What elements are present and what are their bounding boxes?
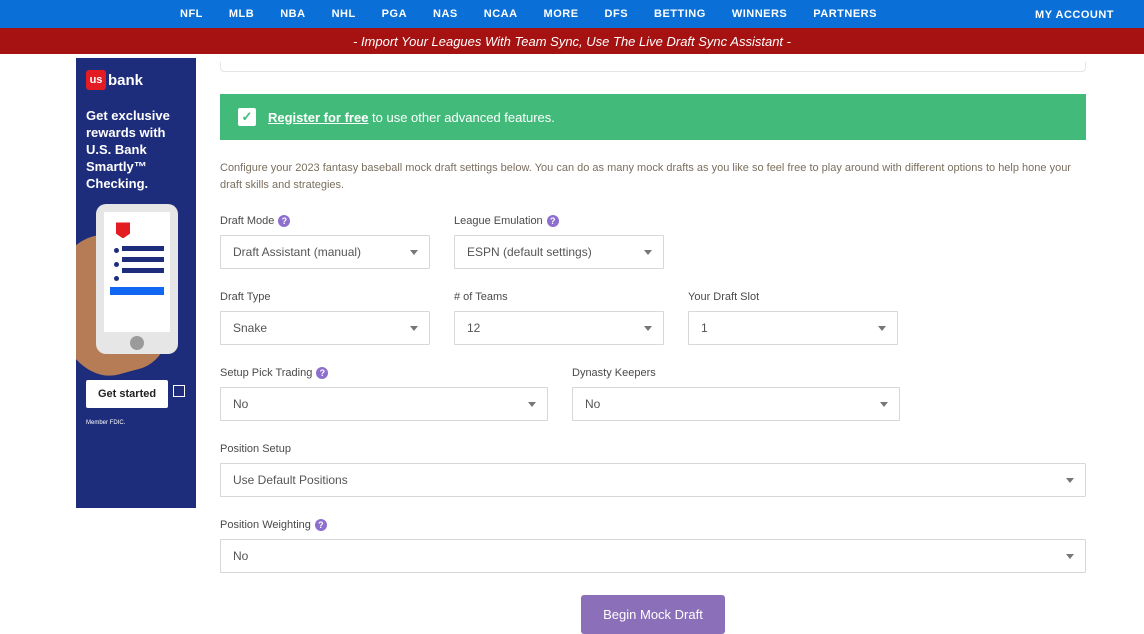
nav-winners[interactable]: WINNERS	[732, 8, 787, 20]
ad-copy: Get exclusive rewards with U.S. Bank Sma…	[86, 108, 186, 192]
position-setup-label: Position Setup	[220, 443, 291, 455]
nav-nhl[interactable]: NHL	[332, 8, 356, 20]
equal-housing-icon	[173, 385, 185, 397]
register-link[interactable]: Register for free	[268, 110, 368, 125]
position-weighting-select[interactable]: No	[220, 539, 1086, 573]
draft-slot-label: Your Draft Slot	[688, 291, 759, 303]
dynasty-keepers-select[interactable]: No	[572, 387, 900, 421]
collapsed-panel	[220, 62, 1086, 72]
nav-partners[interactable]: PARTNERS	[813, 8, 877, 20]
nav-nas[interactable]: NAS	[433, 8, 458, 20]
nav-pga[interactable]: PGA	[382, 8, 407, 20]
my-account-link[interactable]: MY ACCOUNT	[1035, 9, 1114, 21]
import-banner: - Import Your Leagues With Team Sync, Us…	[0, 28, 1144, 54]
pick-trading-label: Setup Pick Trading	[220, 367, 312, 379]
ad-disclaimer: Member FDIC.	[86, 420, 186, 426]
sidebar-ad[interactable]: us bank Get exclusive rewards with U.S. …	[76, 58, 196, 508]
ad-logo-text: bank	[108, 72, 143, 89]
position-weighting-label: Position Weighting	[220, 519, 311, 531]
nav-mlb[interactable]: MLB	[229, 8, 254, 20]
ad-get-started-button[interactable]: Get started	[86, 380, 168, 408]
num-teams-select[interactable]: 12	[454, 311, 664, 345]
nav-nfl[interactable]: NFL	[180, 8, 203, 20]
position-setup-select[interactable]: Use Default Positions	[220, 463, 1086, 497]
help-icon[interactable]: ?	[278, 215, 290, 227]
main-content: ✓ Register for free to use other advance…	[196, 58, 1116, 634]
begin-mock-draft-button[interactable]: Begin Mock Draft	[581, 595, 725, 634]
nav-dfs[interactable]: DFS	[605, 8, 629, 20]
us-bank-icon: us	[86, 70, 106, 90]
register-text: to use other advanced features.	[368, 110, 554, 125]
intro-text: Configure your 2023 fantasy baseball moc…	[220, 160, 1086, 193]
dynasty-keepers-label: Dynasty Keepers	[572, 367, 656, 379]
pick-trading-select[interactable]: No	[220, 387, 548, 421]
help-icon[interactable]: ?	[315, 519, 327, 531]
nav-ncaa[interactable]: NCAA	[484, 8, 518, 20]
checkmark-icon: ✓	[238, 108, 256, 126]
top-nav-left: NFL MLB NBA NHL PGA NAS NCAA MORE DFS BE…	[180, 8, 877, 20]
help-icon[interactable]: ?	[547, 215, 559, 227]
draft-mode-select[interactable]: Draft Assistant (manual)	[220, 235, 430, 269]
draft-type-label: Draft Type	[220, 291, 271, 303]
nav-betting[interactable]: BETTING	[654, 8, 706, 20]
league-emulation-select[interactable]: ESPN (default settings)	[454, 235, 664, 269]
ad-logo: us bank	[86, 70, 186, 90]
draft-slot-select[interactable]: 1	[688, 311, 898, 345]
top-nav: NFL MLB NBA NHL PGA NAS NCAA MORE DFS BE…	[0, 0, 1144, 28]
ad-illustration	[86, 204, 186, 374]
nav-more[interactable]: MORE	[544, 8, 579, 20]
nav-nba[interactable]: NBA	[280, 8, 305, 20]
draft-type-select[interactable]: Snake	[220, 311, 430, 345]
draft-mode-label: Draft Mode	[220, 215, 274, 227]
num-teams-label: # of Teams	[454, 291, 508, 303]
help-icon[interactable]: ?	[316, 367, 328, 379]
league-emulation-label: League Emulation	[454, 215, 543, 227]
register-banner: ✓ Register for free to use other advance…	[220, 94, 1086, 140]
